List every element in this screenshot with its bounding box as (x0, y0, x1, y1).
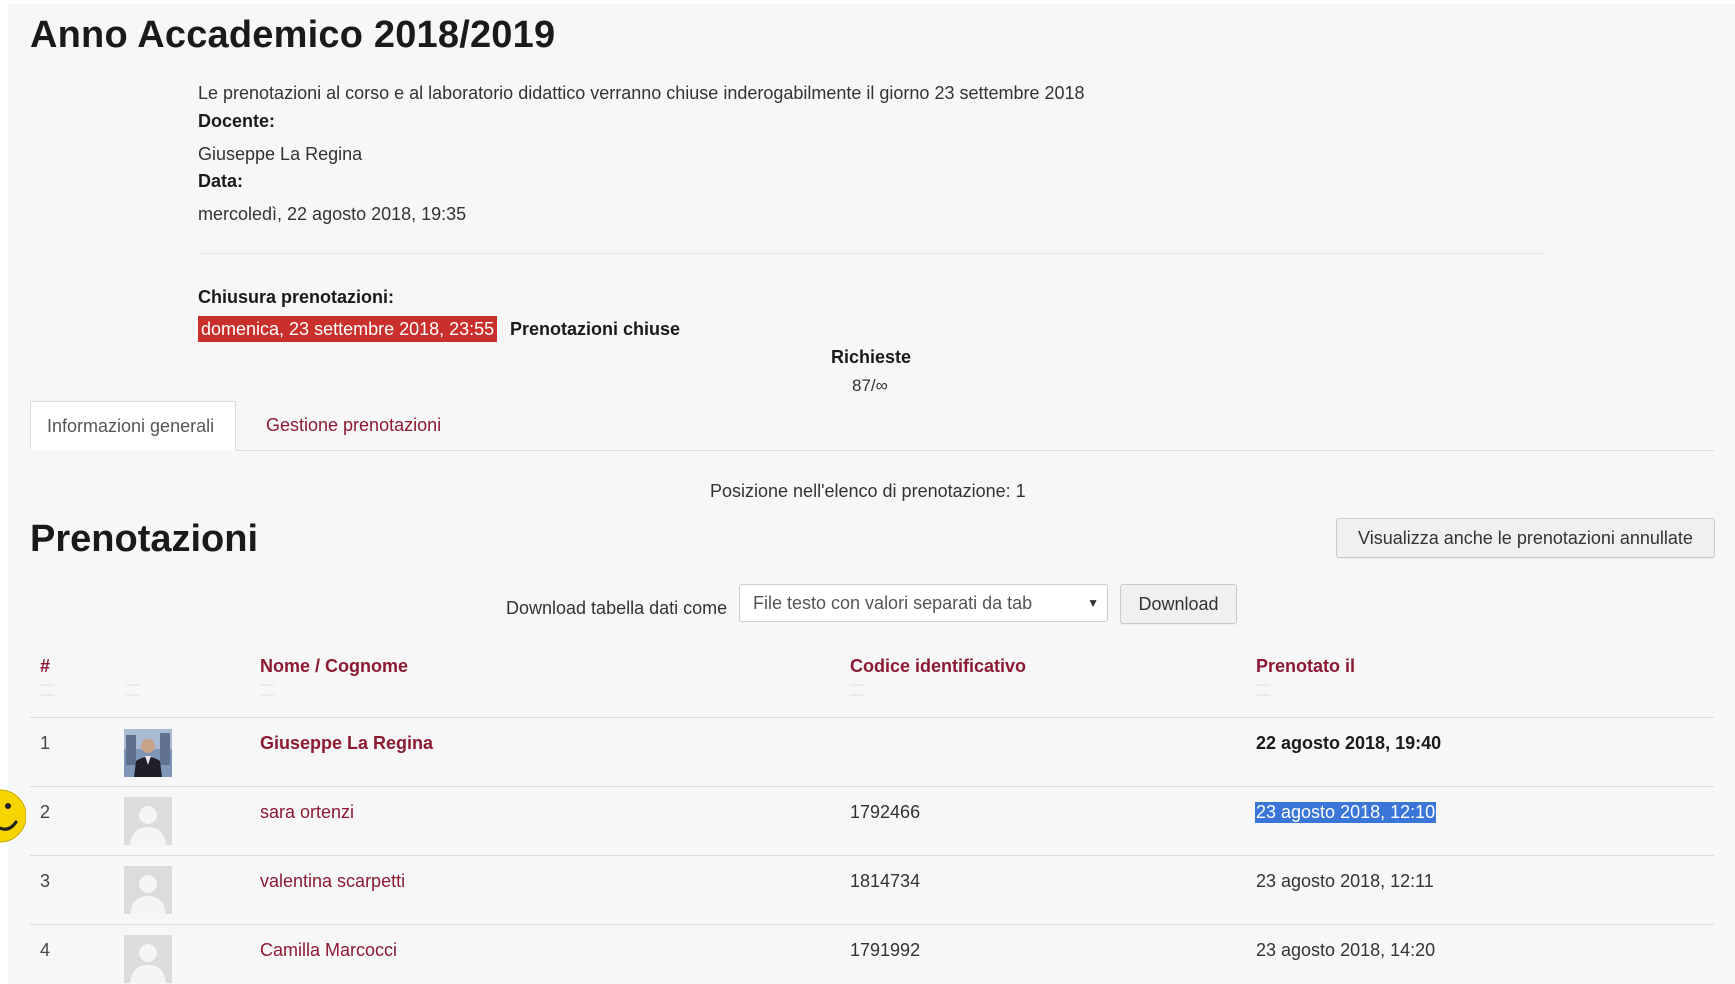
closure-date-badge: domenica, 23 settembre 2018, 23:55 (198, 316, 498, 342)
bookings-title: Prenotazioni (30, 518, 259, 560)
user-photo-icon (124, 729, 172, 777)
default-user-icon (124, 866, 172, 914)
row-number: 3 (40, 871, 51, 891)
avatar-photo[interactable] (124, 729, 172, 777)
booking-date: 23 agosto 2018, 14:20 (1256, 940, 1436, 960)
row-divider (30, 855, 1714, 856)
booking-user-code: 1792466 (850, 802, 921, 822)
booking-user-name[interactable]: sara ortenzi (260, 802, 354, 823)
booking-notice: Le prenotazioni al corso e al laboratori… (198, 83, 1085, 103)
row-number: 2 (40, 802, 51, 822)
data-label: Data: (198, 171, 244, 191)
tab-gestione-prenotazioni[interactable]: Gestione prenotazioni (250, 401, 457, 450)
sort-icon[interactable] (850, 684, 864, 696)
download-label: Download tabella dati come (506, 598, 728, 618)
docente-label: Docente: (198, 111, 276, 131)
tab-informazioni-generali[interactable]: Informazioni generali (30, 401, 236, 451)
row-number: 1 (40, 733, 51, 753)
tab-bar: Informazioni generali Gestione prenotazi… (30, 401, 1714, 451)
page-title: Anno Accademico 2018/2019 (30, 14, 556, 56)
data-value: mercoledì, 22 agosto 2018, 19:35 (198, 204, 467, 224)
default-user-icon (124, 797, 172, 845)
row-divider (30, 717, 1714, 718)
closure-label: Chiusura prenotazioni: (198, 287, 395, 307)
row-number: 4 (40, 940, 51, 960)
booking-user-name[interactable]: valentina scarpetti (260, 871, 405, 892)
booking-user-name[interactable]: Camilla Marcocci (260, 940, 397, 961)
booking-date: 22 agosto 2018, 19:40 (1256, 733, 1442, 753)
avatar-default[interactable] (124, 935, 172, 983)
show-cancelled-button[interactable]: Visualizza anche le prenotazioni annulla… (1336, 518, 1715, 558)
smiley-icon (0, 789, 26, 843)
download-format-select[interactable]: File testo con valori separati da tab ▼ (739, 584, 1108, 622)
booking-date-selected: 23 agosto 2018, 12:10 (1255, 802, 1437, 823)
column-header-code[interactable]: Codice identificativo (850, 656, 1026, 677)
page: Anno Accademico 2018/2019 Le prenotazion… (0, 0, 1735, 984)
default-user-icon (124, 935, 172, 983)
requests-count: 87/∞ (852, 376, 888, 395)
avatar-default[interactable] (124, 866, 172, 914)
booking-date: 23 agosto 2018, 12:11 (1256, 871, 1434, 891)
booking-user-code: 1791992 (850, 940, 921, 960)
queue-position: Posizione nell'elenco di prenotazione: 1 (710, 481, 1026, 501)
divider (198, 253, 1543, 254)
sort-icon[interactable] (1256, 684, 1270, 696)
download-format-value: File testo con valori separati da tab (753, 593, 1033, 613)
sort-icon[interactable] (260, 684, 274, 696)
tab-bar-baseline (30, 450, 1714, 451)
row-divider (30, 786, 1714, 787)
column-header-date[interactable]: Prenotato il (1256, 656, 1355, 677)
sort-icon[interactable] (40, 684, 54, 696)
top-border (0, 0, 1735, 4)
download-button[interactable]: Download (1120, 584, 1237, 624)
dropdown-arrow-icon: ▼ (1087, 596, 1099, 610)
column-header-number[interactable]: # (40, 656, 50, 677)
requests-label: Richieste (831, 347, 912, 367)
docente-value: Giuseppe La Regina (198, 144, 363, 164)
avatar-default[interactable] (124, 797, 172, 845)
sort-icon[interactable] (126, 684, 140, 696)
booking-user-name[interactable]: Giuseppe La Regina (260, 733, 433, 754)
column-header-name[interactable]: Nome / Cognome (260, 656, 408, 677)
booking-user-code: 1814734 (850, 871, 921, 891)
row-divider (30, 924, 1714, 925)
closure-status: Prenotazioni chiuse (510, 319, 681, 339)
